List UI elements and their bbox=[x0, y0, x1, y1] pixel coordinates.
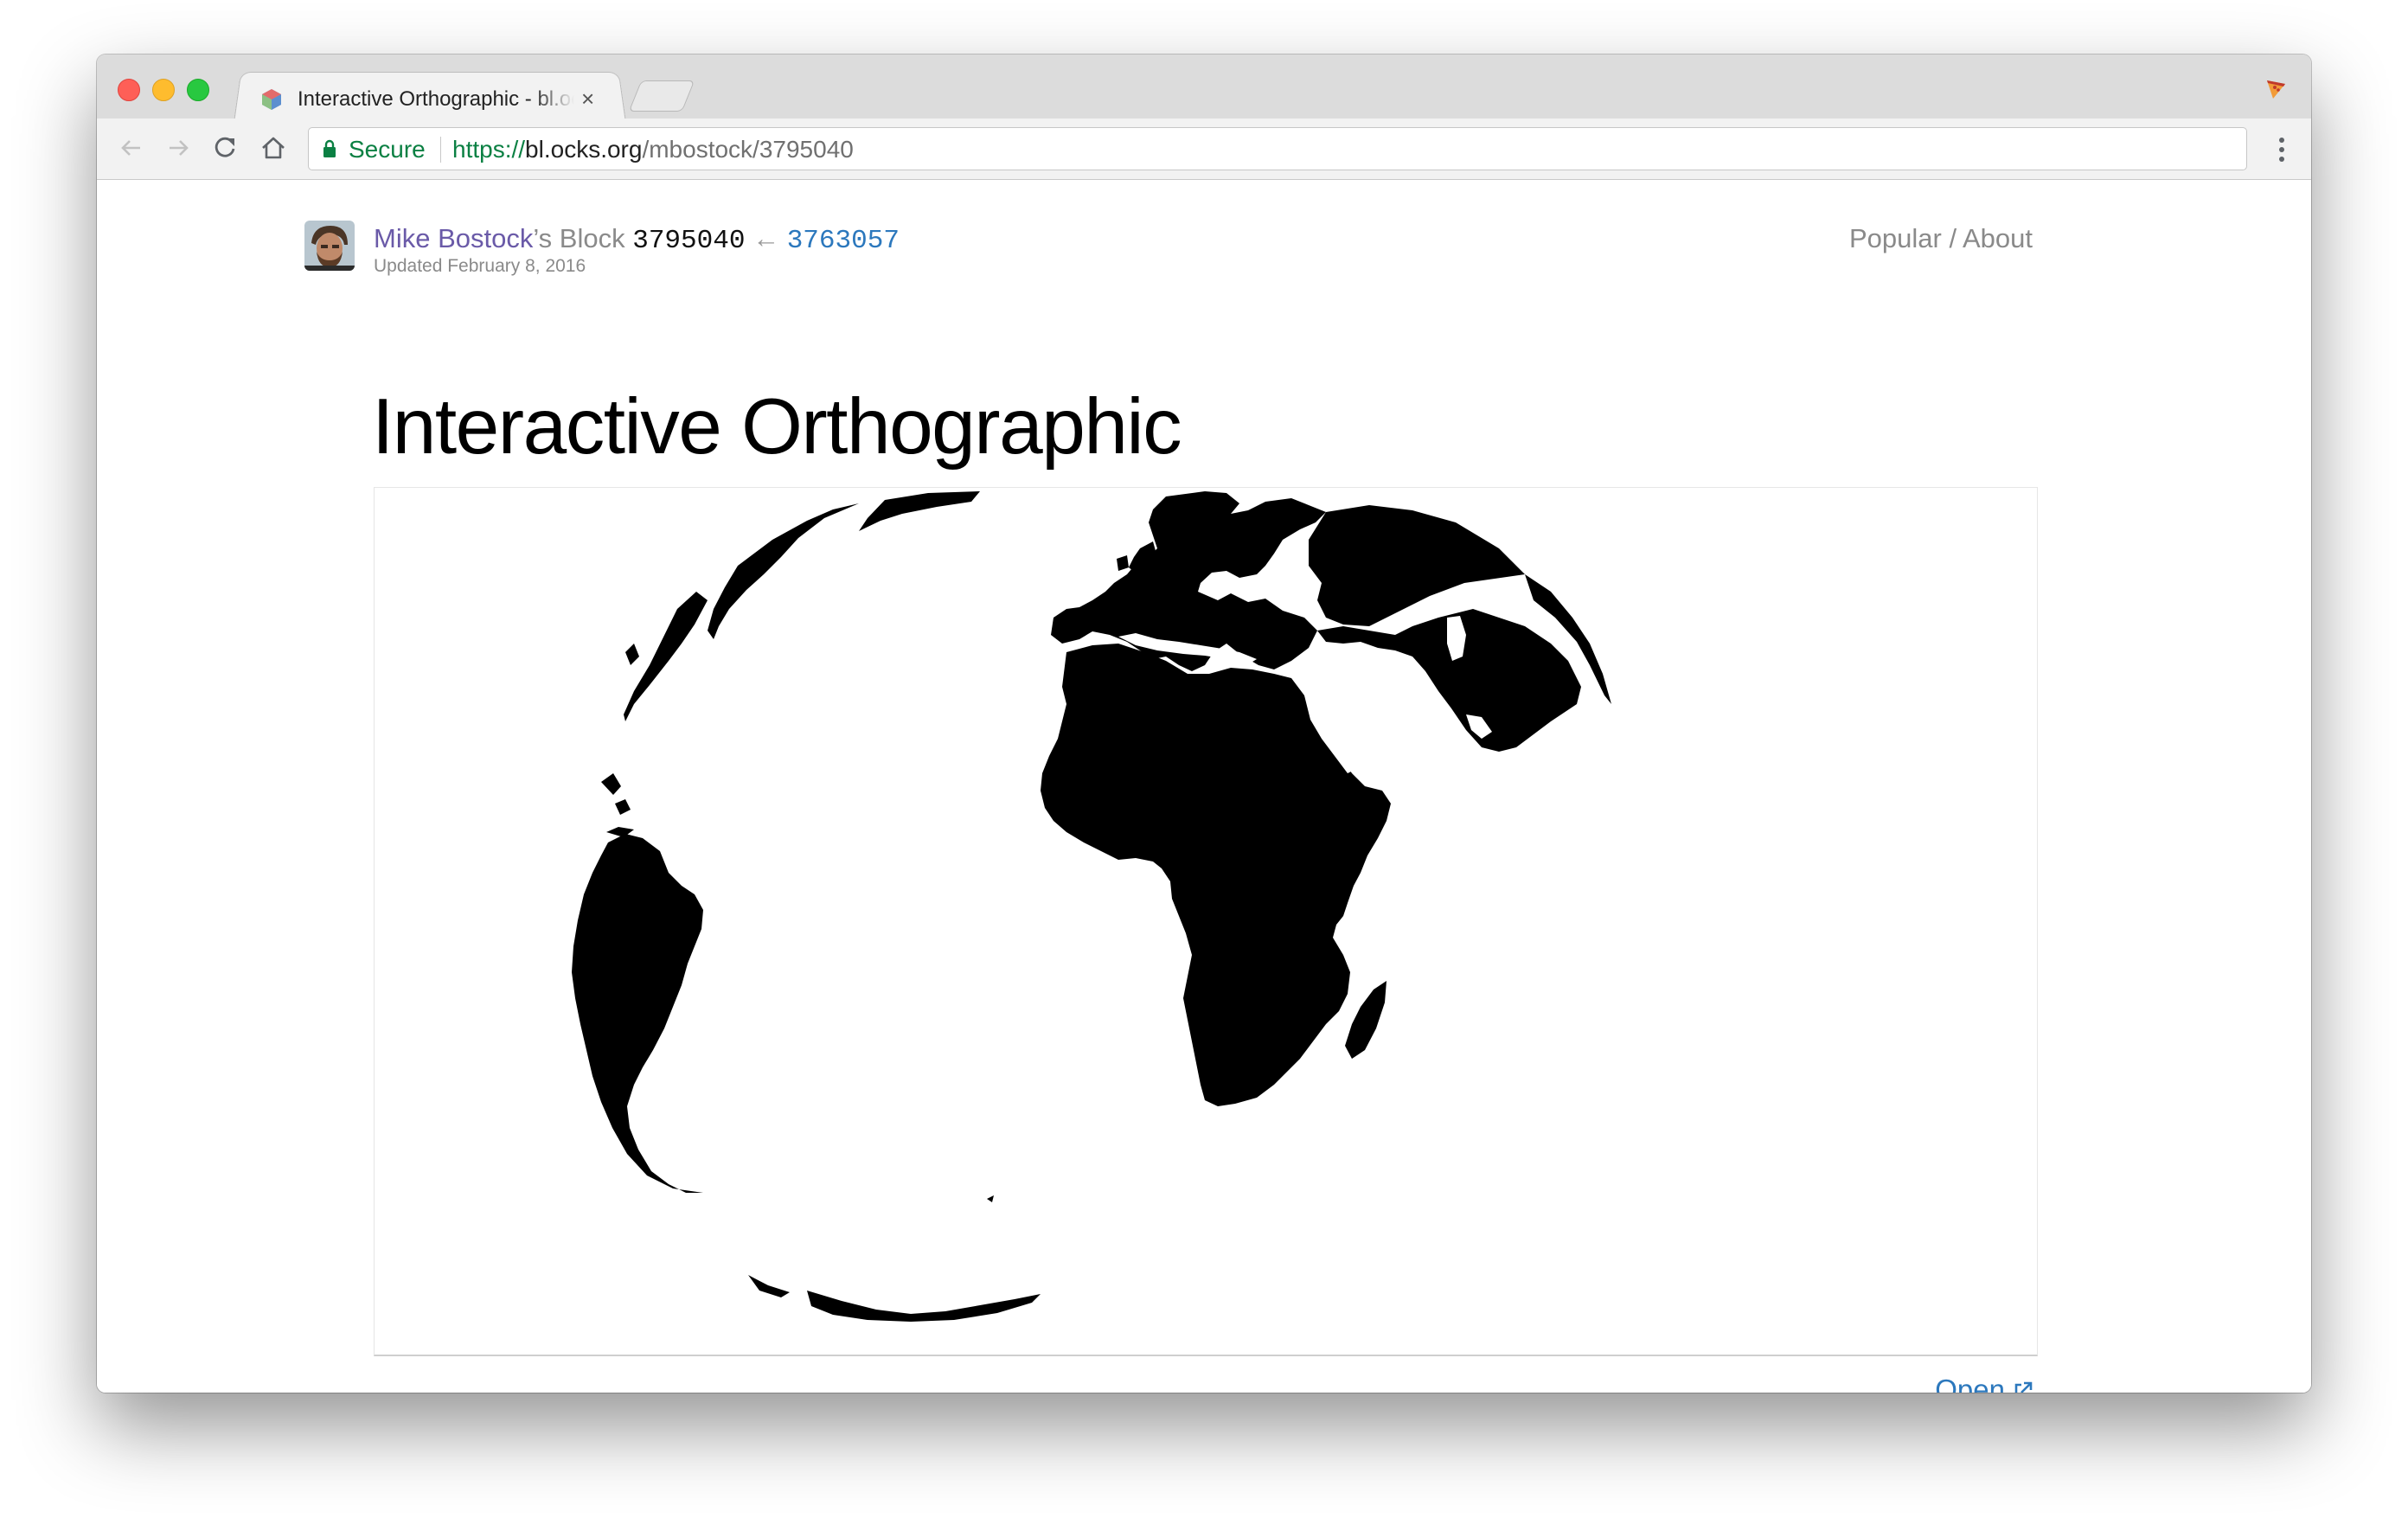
nav-about-link[interactable]: About bbox=[1963, 223, 2033, 253]
url-host: bl.ocks.org bbox=[525, 136, 643, 163]
close-window-button[interactable] bbox=[118, 79, 140, 101]
secure-label: Secure bbox=[349, 136, 426, 163]
land-greenland bbox=[708, 503, 859, 639]
land-greenland-tip bbox=[859, 491, 980, 531]
browser-window: Interactive Orthographic - bl.ocks.org × bbox=[97, 54, 2311, 1393]
menu-dots-icon[interactable] bbox=[2278, 136, 2285, 163]
land-central-america bbox=[601, 644, 639, 795]
omnibox-divider bbox=[440, 137, 441, 163]
tab-active[interactable]: Interactive Orthographic - bl.ocks.org × bbox=[249, 75, 612, 119]
land-africa bbox=[1041, 644, 1391, 1106]
back-arrow-icon[interactable] bbox=[114, 131, 149, 165]
land-south-america bbox=[572, 834, 703, 1193]
tab-strip: Interactive Orthographic - bl.ocks.org × bbox=[97, 54, 2311, 123]
extension-icon[interactable] bbox=[2263, 75, 2289, 101]
home-icon[interactable] bbox=[256, 131, 291, 165]
open-link-label: Open bbox=[1935, 1374, 2005, 1393]
lock-icon bbox=[323, 139, 336, 157]
forward-arrow-icon[interactable] bbox=[161, 131, 195, 165]
land-ireland bbox=[1117, 555, 1129, 571]
reload-icon[interactable] bbox=[208, 131, 242, 165]
open-link[interactable]: Open bbox=[1935, 1374, 2034, 1393]
nav-popular-link[interactable]: Popular bbox=[1849, 223, 1942, 253]
land-caribbean bbox=[606, 799, 634, 837]
url-path: /mbostock/3795040 bbox=[642, 136, 854, 163]
url-scheme: https:// bbox=[452, 136, 526, 163]
url-text[interactable]: https://bl.ocks.org/mbostock/3795040 bbox=[452, 136, 854, 163]
tab-title: Interactive Orthographic - bl.ocks.org bbox=[298, 87, 574, 111]
page-title: Interactive Orthographic bbox=[372, 383, 1182, 471]
land-antarctica bbox=[807, 1291, 1041, 1322]
avatar[interactable] bbox=[304, 221, 355, 271]
address-bar[interactable]: Secure https://bl.ocks.org/mbostock/3795… bbox=[308, 127, 2247, 170]
land-russia bbox=[1309, 505, 1525, 626]
external-link-icon bbox=[2014, 1381, 2033, 1393]
visualization-frame[interactable] bbox=[374, 487, 2038, 1356]
author-link[interactable]: Mike Bostock bbox=[374, 223, 533, 253]
new-tab-button[interactable] bbox=[628, 80, 695, 112]
fork-arrow: ← bbox=[752, 223, 780, 253]
orthographic-globe[interactable] bbox=[375, 488, 2037, 1355]
favicon-icon bbox=[262, 89, 281, 110]
page-content: Mike Bostock’s Block 3795040 ← 3763057 U… bbox=[97, 180, 2311, 1393]
minimize-window-button[interactable] bbox=[152, 79, 175, 101]
nav-separator: / bbox=[1941, 223, 1963, 253]
land-antarctica-west bbox=[748, 1275, 790, 1297]
browser-toolbar: Secure https://bl.ocks.org/mbostock/3795… bbox=[97, 119, 2311, 180]
gist-id: 3795040 bbox=[632, 226, 746, 256]
block-label: ’s Block bbox=[533, 223, 625, 253]
block-header: Mike Bostock’s Block 3795040 ← 3763057 bbox=[374, 223, 900, 257]
land-madagascar bbox=[1345, 981, 1387, 1059]
top-nav: Popular / About bbox=[1849, 223, 2033, 254]
land-small-island bbox=[987, 1195, 994, 1202]
updated-date: Updated February 8, 2016 bbox=[374, 256, 586, 276]
zoom-window-button[interactable] bbox=[187, 79, 209, 101]
parent-gist-link[interactable]: 3763057 bbox=[787, 226, 900, 256]
tab-close-icon[interactable]: × bbox=[581, 86, 594, 112]
